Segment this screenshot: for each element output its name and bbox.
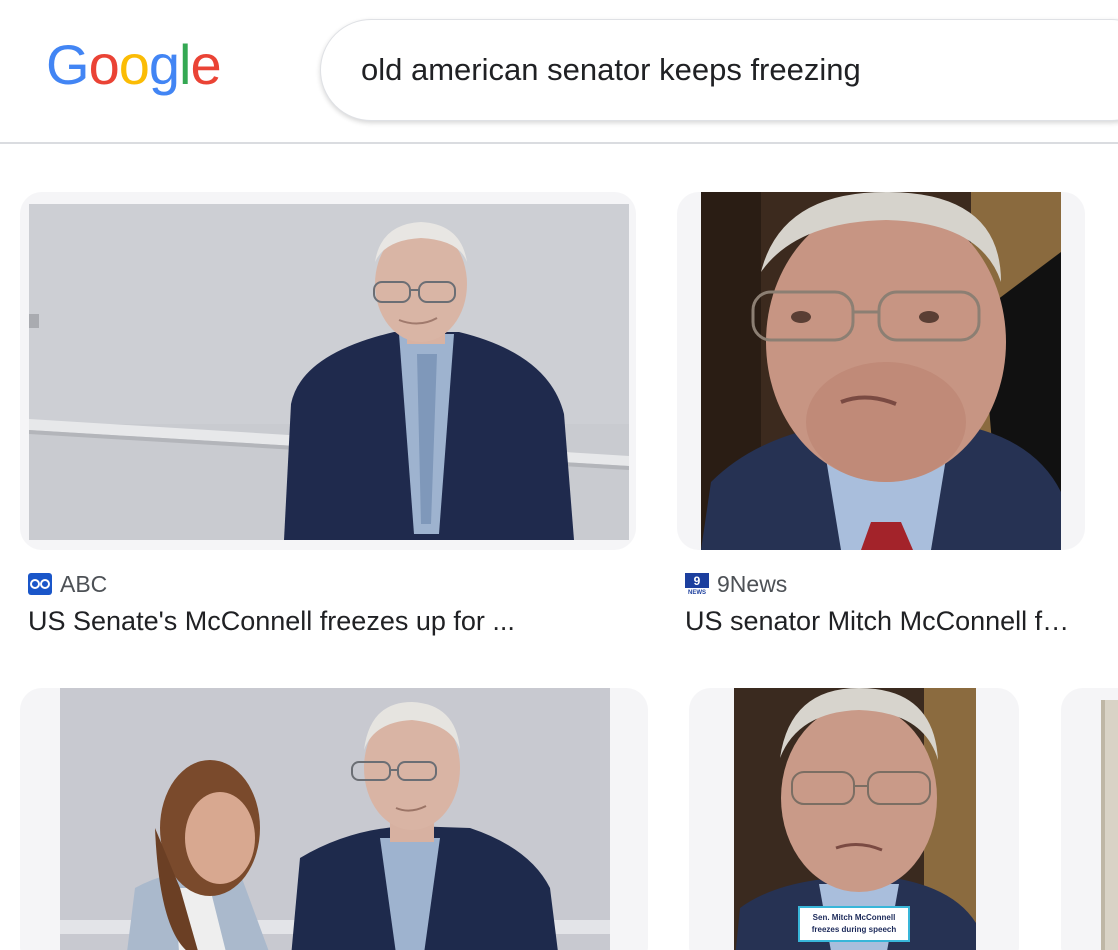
result-title[interactable]: US senator Mitch McConnell freezes ... [685,604,1075,638]
header: G o o g l e [0,0,1118,144]
search-input[interactable] [361,48,1118,92]
logo-letter: g [148,33,180,96]
result-card[interactable] [677,192,1085,550]
svg-text:NEWS: NEWS [688,590,706,595]
google-logo[interactable]: G o o g l e [46,30,222,100]
result-thumbnail[interactable] [1101,700,1118,950]
logo-letter: G [46,33,90,96]
result-card[interactable] [20,688,648,950]
result-thumbnail[interactable] [29,204,629,540]
page: G o o g l e old american senator keeps f… [0,0,1118,950]
result-source[interactable]: 9 NEWS 9News [685,570,787,598]
video-caption-overlay: Sen. Mitch McConnell freezes during spee… [798,906,910,942]
result-card[interactable] [1061,688,1118,950]
logo-letter: o [88,33,120,96]
result-source-label: ABC [60,571,108,597]
result-source[interactable]: ABC [28,570,107,598]
result-thumbnail[interactable] [60,688,610,950]
logo-letter: l [179,33,191,96]
svg-text:9: 9 [694,574,701,588]
result-thumbnail[interactable] [701,192,1061,550]
result-source-label: 9News [717,571,788,597]
result-card[interactable] [20,192,636,550]
logo-letter: e [190,33,221,96]
result-title[interactable]: US Senate's McConnell freezes up for ... [28,604,628,638]
logo-letter: o [118,33,150,96]
search-box[interactable] [320,19,1118,121]
abc-logo-icon [28,573,52,595]
9news-logo-icon: 9 NEWS [685,573,709,596]
